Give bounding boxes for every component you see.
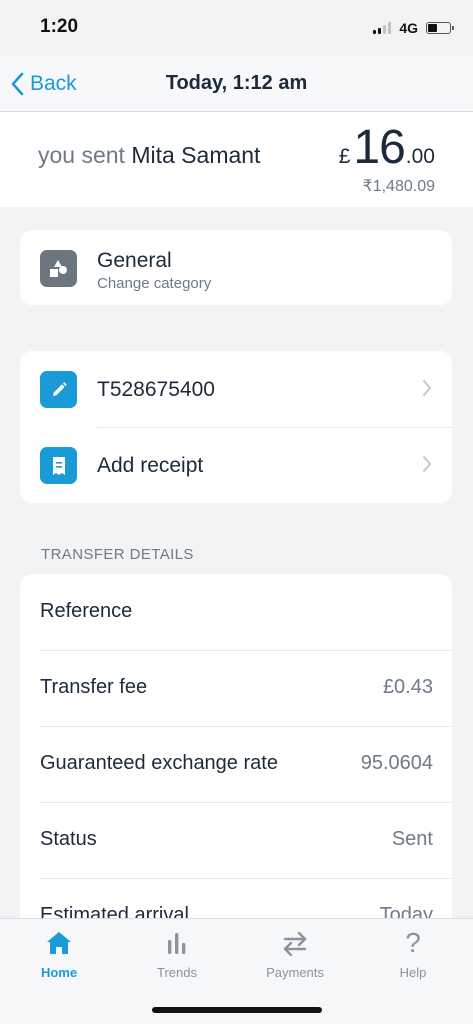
summary-text: you sent Mita Samant (38, 142, 260, 169)
add-receipt-label: Add receipt (97, 454, 204, 477)
chevron-right-icon (423, 456, 431, 472)
transaction-summary: you sent Mita Samant £ 16 .00 ₹1,480.09 (0, 112, 473, 207)
receipt-icon (40, 447, 77, 484)
battery-icon (426, 22, 454, 34)
reference-note-row[interactable]: T528675400 (20, 351, 452, 427)
tab-home[interactable]: Home (0, 919, 118, 989)
category-card[interactable]: General Change category (20, 230, 452, 305)
transfer-details-card: Reference Transfer fee £0.43 Guaranteed … (20, 574, 452, 944)
tab-payments[interactable]: Payments (236, 919, 354, 989)
detail-label: Status (40, 828, 97, 850)
tab-label: Trends (157, 965, 197, 980)
change-category-link[interactable]: Change category (97, 275, 211, 292)
status-indicators: 4G (373, 20, 454, 36)
summary-prefix: you sent (38, 142, 132, 168)
back-button[interactable]: Back (10, 56, 77, 111)
actions-card: T528675400 Add receipt (20, 351, 452, 503)
detail-row-reference: Reference (20, 574, 452, 650)
transaction-detail-screen: 1:20 4G Back Today, 1:12 am you sent Mit… (0, 0, 473, 1024)
recipient-name: Mita Samant (131, 142, 261, 168)
bar-chart-icon (118, 927, 236, 959)
tab-label: Payments (266, 965, 324, 980)
chevron-left-icon (11, 72, 24, 95)
back-label: Back (30, 71, 77, 95)
status-bar: 1:20 4G (0, 0, 473, 56)
detail-row-exchange-rate: Guaranteed exchange rate 95.0604 (20, 726, 452, 802)
amount-minor: .00 (405, 145, 435, 168)
section-header-transfer-details: TRANSFER DETAILS (41, 546, 194, 563)
home-indicator (152, 1007, 322, 1013)
amount-currency: £ (338, 145, 351, 168)
network-type: 4G (399, 20, 418, 36)
navigation-bar: Back Today, 1:12 am (0, 56, 473, 112)
tab-label: Home (40, 965, 78, 980)
home-icon (0, 927, 118, 959)
add-receipt-row[interactable]: Add receipt (20, 427, 452, 503)
chevron-right-icon (423, 380, 431, 396)
detail-label: Transfer fee (40, 676, 148, 698)
amount-major: 16 (353, 121, 405, 174)
detail-row-status: Status Sent (20, 802, 452, 878)
pencil-icon (40, 371, 77, 408)
signal-icon (373, 22, 392, 34)
tab-trends[interactable]: Trends (118, 919, 236, 989)
detail-value: Sent (391, 828, 433, 850)
detail-label: Reference (40, 600, 133, 622)
battery-level (428, 24, 437, 32)
status-time: 1:20 (40, 16, 79, 37)
converted-amount: ₹1,480.09 (362, 178, 435, 195)
transfer-arrows-icon (236, 927, 354, 959)
detail-label: Guaranteed exchange rate (40, 752, 278, 774)
detail-value: 95.0604 (360, 752, 433, 774)
amount: £ 16 .00 (339, 120, 435, 175)
shapes-icon (40, 250, 77, 287)
question-icon: ? (405, 927, 421, 958)
tab-help[interactable]: ? Help (354, 919, 472, 989)
category-title: General (97, 249, 172, 272)
detail-row-transfer-fee: Transfer fee £0.43 (20, 650, 452, 726)
detail-value: £0.43 (382, 676, 433, 698)
tab-label: Help (399, 965, 427, 980)
reference-note-label: T528675400 (97, 378, 215, 401)
page-title: Today, 1:12 am (165, 72, 308, 94)
